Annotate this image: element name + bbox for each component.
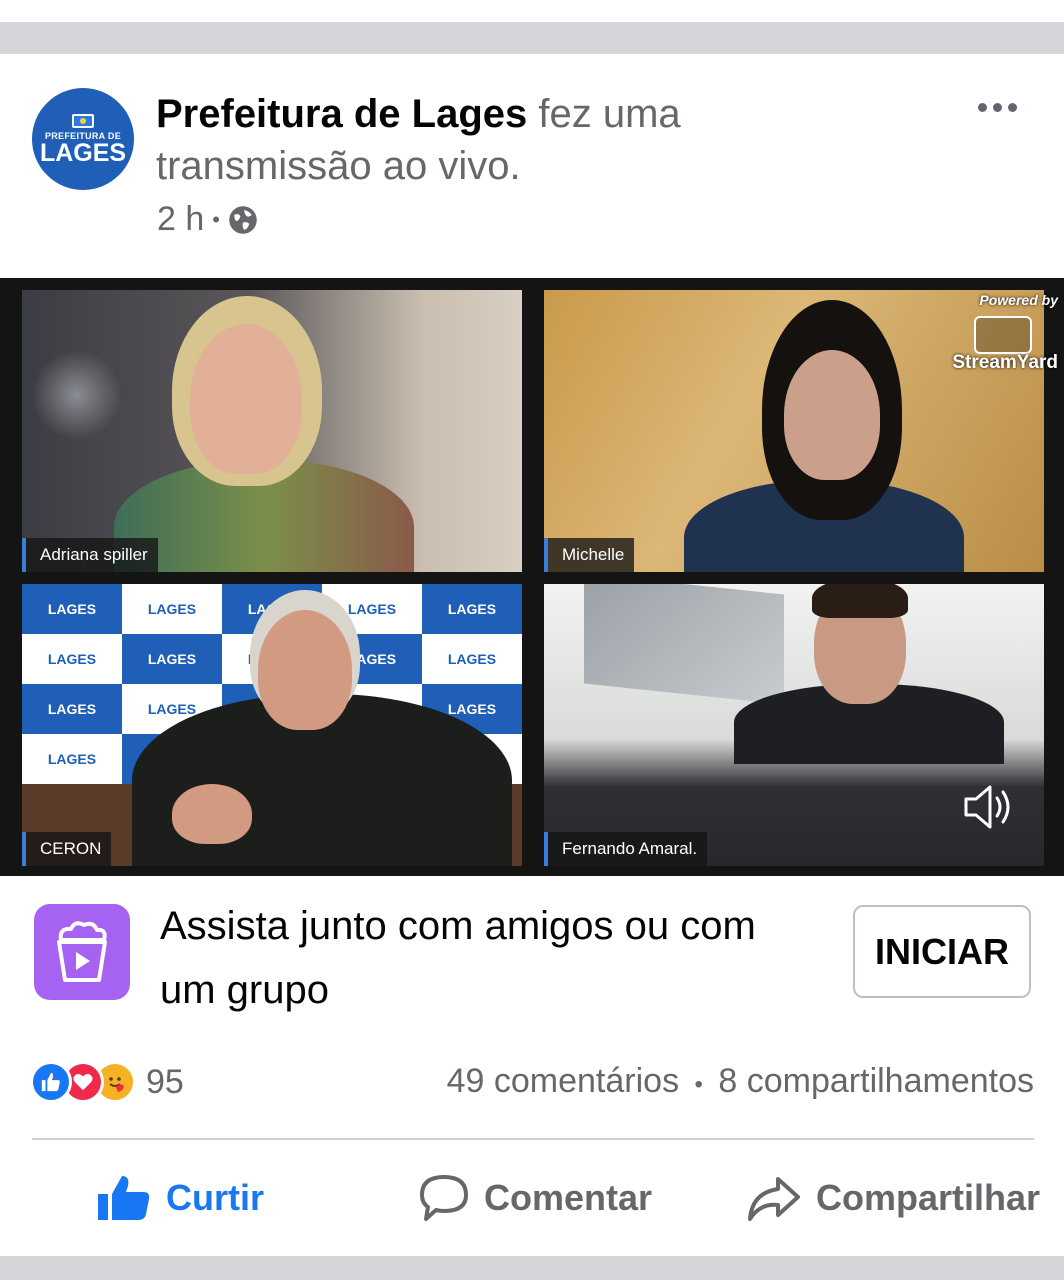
share-button[interactable]: Compartilhar: [746, 1160, 1040, 1236]
participant-hair: [812, 584, 908, 618]
participant-hand: [172, 784, 252, 844]
reaction-count: 95: [146, 1062, 184, 1101]
page-name-link[interactable]: Prefeitura de Lages: [156, 92, 527, 136]
actions-divider: [32, 1138, 1034, 1140]
participant-tile-3: LAGES LAGES LAGES LAGES LAGES LAGES LAGE…: [22, 584, 522, 866]
post-meta: 2 h •: [157, 200, 258, 239]
participant-face: [784, 350, 880, 480]
powered-by-label: Powered by: [979, 292, 1058, 308]
live-video[interactable]: Adriana spiller Michelle LAGES LAGES LAG…: [0, 278, 1064, 876]
share-arrow-icon: [748, 1177, 800, 1221]
top-band: [0, 0, 1064, 22]
participant-face: [190, 324, 302, 474]
watch-party-text: Assista junto com amigos ou com um grupo: [160, 904, 756, 1012]
feed-divider-top: [0, 22, 1064, 54]
participant-tile-1: Adriana spiller: [22, 290, 522, 572]
engagement-stats: 49 comentários • 8 compartilhamentos: [447, 1062, 1034, 1101]
participant-name-1: Adriana spiller: [22, 538, 158, 572]
participant-name-4: Fernando Amaral.: [544, 832, 708, 866]
watch-party-icon: [34, 904, 130, 1000]
stats-separator: •: [694, 1071, 703, 1098]
start-watch-party-button[interactable]: INICIAR: [853, 905, 1031, 998]
thumbs-up-icon: [98, 1176, 150, 1220]
page-avatar[interactable]: PREFEITURA DE LAGES: [32, 88, 134, 190]
shares-count-link[interactable]: 8 compartilhamentos: [718, 1062, 1034, 1100]
like-label: Curtir: [166, 1177, 264, 1218]
comment-label: Comentar: [484, 1177, 653, 1218]
comments-count-link[interactable]: 49 comentários: [447, 1062, 679, 1100]
comment-bubble-icon: [420, 1175, 468, 1221]
wall-picture: [584, 584, 784, 705]
post-time[interactable]: 2 h: [157, 200, 204, 239]
flag-icon: [72, 113, 94, 128]
post-header: Prefeitura de Lages fez uma transmissão …: [156, 88, 856, 192]
share-label: Compartilhar: [816, 1177, 1041, 1218]
like-reaction-icon: [30, 1061, 72, 1103]
chandelier: [32, 350, 122, 440]
streamyard-label: StreamYard: [952, 352, 1058, 373]
comment-button[interactable]: Comentar: [418, 1160, 652, 1236]
feed-divider-bottom: [0, 1256, 1064, 1280]
reactions-summary[interactable]: 95: [30, 1058, 184, 1106]
more-options-icon[interactable]: [972, 92, 1022, 122]
participant-face: [258, 610, 352, 730]
participant-name-3: CERON: [22, 832, 112, 866]
like-button[interactable]: Curtir: [96, 1160, 264, 1236]
participant-tile-2: Michelle: [544, 290, 1044, 572]
speaker-icon[interactable]: [962, 782, 1016, 832]
post-actions: Curtir Comentar Compartilhar: [0, 1160, 1064, 1236]
meta-separator: •: [212, 206, 220, 232]
participant-name-2: Michelle: [544, 538, 635, 572]
streamyard-logo-icon: [974, 316, 1032, 354]
avatar-big-text: LAGES: [39, 138, 127, 167]
globe-icon: [229, 205, 257, 234]
